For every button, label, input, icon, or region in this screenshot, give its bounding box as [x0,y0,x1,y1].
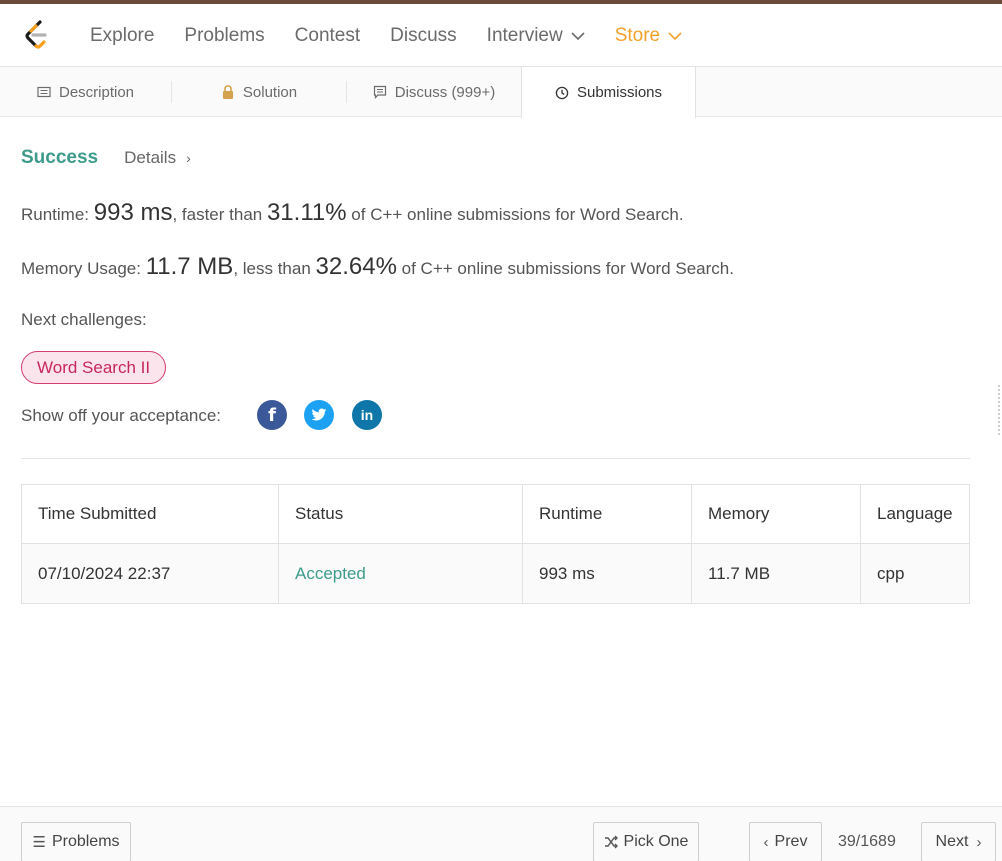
problems-list-button[interactable]: ☰ Problems [21,822,131,861]
leetcode-logo-icon[interactable] [23,20,51,50]
details-link[interactable]: Details › [124,148,191,168]
pick-one-label: Pick One [623,833,689,850]
chevron-down-icon [571,31,585,40]
next-button[interactable]: Next › [921,822,996,861]
shuffle-icon [604,835,618,849]
result-header: Success Details › [21,147,191,169]
next-challenges-label: Next challenges: [21,310,147,329]
nav-interview-label: Interview [486,24,563,46]
pick-one-button[interactable]: Pick One [593,822,699,861]
cell-runtime: 993 ms [522,543,692,604]
runtime-label: Runtime: [21,205,94,224]
tab-submissions[interactable]: Submissions [521,67,696,118]
cell-time-submitted: 07/10/2024 22:37 [21,543,279,604]
col-language: Language [860,484,970,544]
nav-problems[interactable]: Problems [184,25,264,47]
chevron-right-icon: › [186,150,191,166]
nav-store[interactable]: Store [615,25,682,47]
nav-explore[interactable]: Explore [90,25,154,47]
memory-mid: , less than [233,259,316,278]
memory-stat: Memory Usage: 11.7 MB, less than 32.64% … [21,253,734,281]
col-runtime: Runtime [522,484,692,544]
prev-button[interactable]: ‹ Prev [749,822,822,861]
problems-button-label: Problems [51,833,120,850]
nav-discuss[interactable]: Discuss [390,25,457,47]
runtime-percentile: 31.11% [266,199,347,226]
navbar: Explore Problems Contest Discuss Intervi… [0,4,1002,67]
main-nav: Explore Problems Contest Discuss Intervi… [90,4,712,67]
memory-tail: of C++ online submissions for Word Searc… [396,259,734,278]
table-header-row: Time Submitted Status Runtime Memory Lan… [21,484,970,544]
list-icon: ☰ [32,834,46,851]
chevron-down-icon [668,31,682,40]
runtime-stat: Runtime: 993 ms, faster than 31.11% of C… [21,199,684,227]
tab-discuss-label: Discuss (999+) [394,83,496,101]
share-label: Show off your acceptance: [21,406,222,425]
runtime-value: 993 ms [93,199,173,226]
tab-submissions-label: Submissions [576,84,663,101]
footer-bar: ☰ Problems Pick One ‹ Prev 39/1689 Next … [0,806,1002,861]
table-row: 07/10/2024 22:37 Accepted 993 ms 11.7 MB… [21,543,970,604]
next-label: Next [935,833,969,850]
twitter-share-icon[interactable] [304,400,334,430]
cell-language: cpp [860,543,970,604]
linkedin-share-icon[interactable]: in [352,400,382,430]
prev-label: Prev [774,833,808,850]
tab-description[interactable]: Description [0,67,171,117]
description-icon [37,86,51,98]
facebook-share-icon[interactable]: f [257,400,287,430]
chevron-left-icon: ‹ [763,833,769,851]
problem-pager: 39/1689 [838,833,896,850]
nav-interview[interactable]: Interview [487,25,585,47]
cell-status-accepted[interactable]: Accepted [278,543,523,604]
tab-solution-label: Solution [242,83,298,101]
runtime-mid: , faster than [172,205,267,224]
nav-store-label: Store [614,24,661,46]
lock-icon [222,85,233,99]
details-label: Details [124,148,177,167]
memory-label: Memory Usage: [21,259,146,278]
tab-discuss[interactable]: Discuss (999+) [347,67,521,117]
resize-handle[interactable] [998,385,1001,435]
memory-percentile: 32.64% [315,253,397,280]
cell-memory: 11.7 MB [691,543,861,604]
col-time-submitted: Time Submitted [21,484,279,544]
problem-tabs: Description Solution Discuss (999+) Subm… [0,67,1002,118]
tab-description-label: Description [58,83,135,101]
tab-solution[interactable]: Solution [172,67,346,117]
nav-contest[interactable]: Contest [295,25,360,47]
chevron-right-icon: › [976,833,982,851]
comment-icon [373,85,386,99]
col-status: Status [278,484,523,544]
clock-icon [555,86,569,99]
challenge-word-search-ii[interactable]: Word Search II [21,351,167,384]
runtime-tail: of C++ online submissions for Word Searc… [346,205,684,224]
status-success: Success [21,147,99,168]
section-divider [21,458,970,459]
col-memory: Memory [691,484,861,544]
memory-value: 11.7 MB [145,253,234,280]
submissions-table: Time Submitted Status Runtime Memory Lan… [21,484,970,604]
